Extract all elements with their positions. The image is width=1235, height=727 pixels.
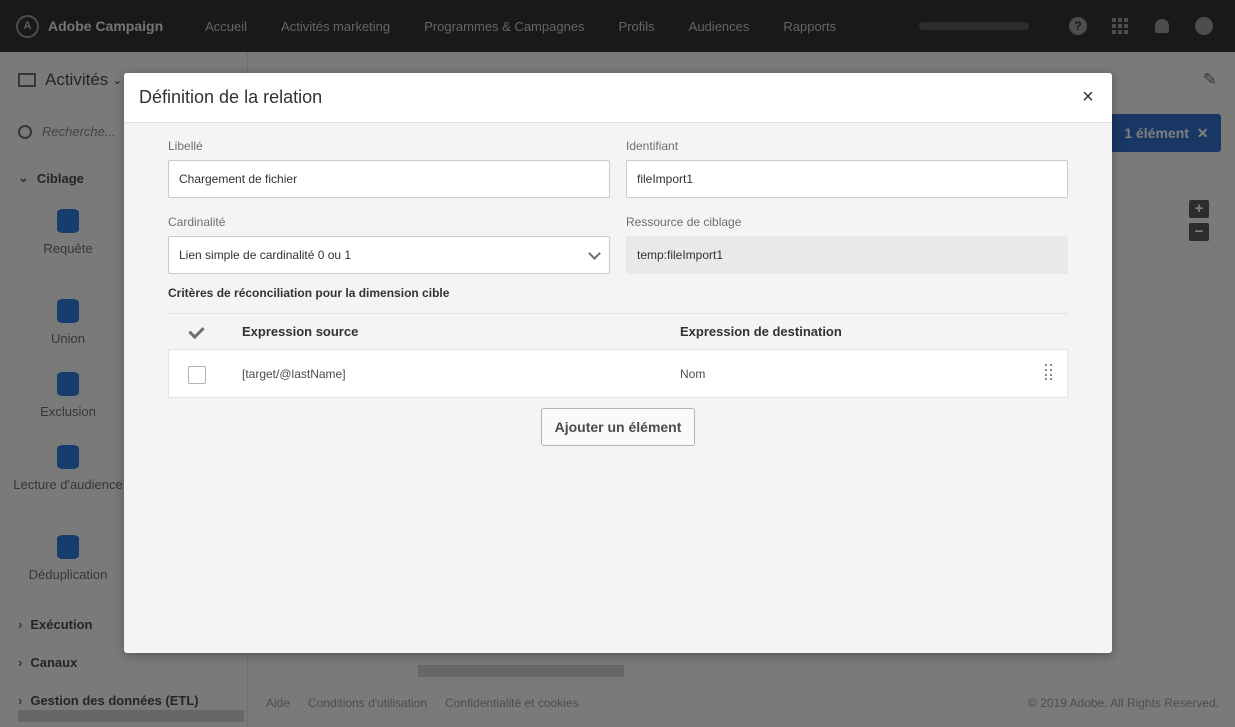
cardinality-select-value: Lien simple de cardinalité 0 ou 1 — [179, 248, 352, 262]
row-destination: Nom — [680, 367, 706, 381]
label-field-label: Libellé — [168, 139, 203, 153]
column-source[interactable]: Expression source — [242, 324, 358, 339]
resource-input-value: temp:fileImport1 — [637, 248, 724, 262]
modal-title: Définition de la relation — [139, 87, 323, 107]
id-input-value: fileImport1 — [637, 172, 694, 186]
criteria-table-header: Expression source Expression de destinat… — [168, 313, 1068, 349]
criteria-title: Critères de réconciliation pour la dimen… — [168, 286, 450, 300]
modal-header: Définition de la relation × — [124, 73, 1112, 123]
cardinality-field-label: Cardinalité — [168, 215, 226, 229]
row-checkbox[interactable] — [188, 366, 206, 384]
close-button[interactable]: × — [1078, 87, 1098, 107]
id-input[interactable]: fileImport1 — [626, 160, 1068, 198]
checkmark-icon[interactable] — [188, 324, 204, 340]
column-destination[interactable]: Expression de destination — [680, 324, 842, 339]
label-input[interactable]: Chargement de fichier — [168, 160, 610, 198]
add-element-button[interactable]: Ajouter un élément — [541, 408, 695, 446]
drag-handle-icon[interactable] — [1045, 364, 1053, 382]
label-input-value: Chargement de fichier — [179, 172, 298, 186]
resource-input: temp:fileImport1 — [626, 236, 1068, 274]
chevron-down-icon — [588, 247, 601, 260]
relation-definition-modal: Définition de la relation × Libellé Char… — [124, 73, 1112, 653]
row-source: [target/@lastName] — [242, 367, 346, 381]
cardinality-select[interactable]: Lien simple de cardinalité 0 ou 1 — [168, 236, 610, 274]
id-field-label: Identifiant — [626, 139, 679, 153]
resource-field-label: Ressource de ciblage — [626, 215, 742, 229]
table-row[interactable]: [target/@lastName] Nom — [168, 349, 1068, 398]
